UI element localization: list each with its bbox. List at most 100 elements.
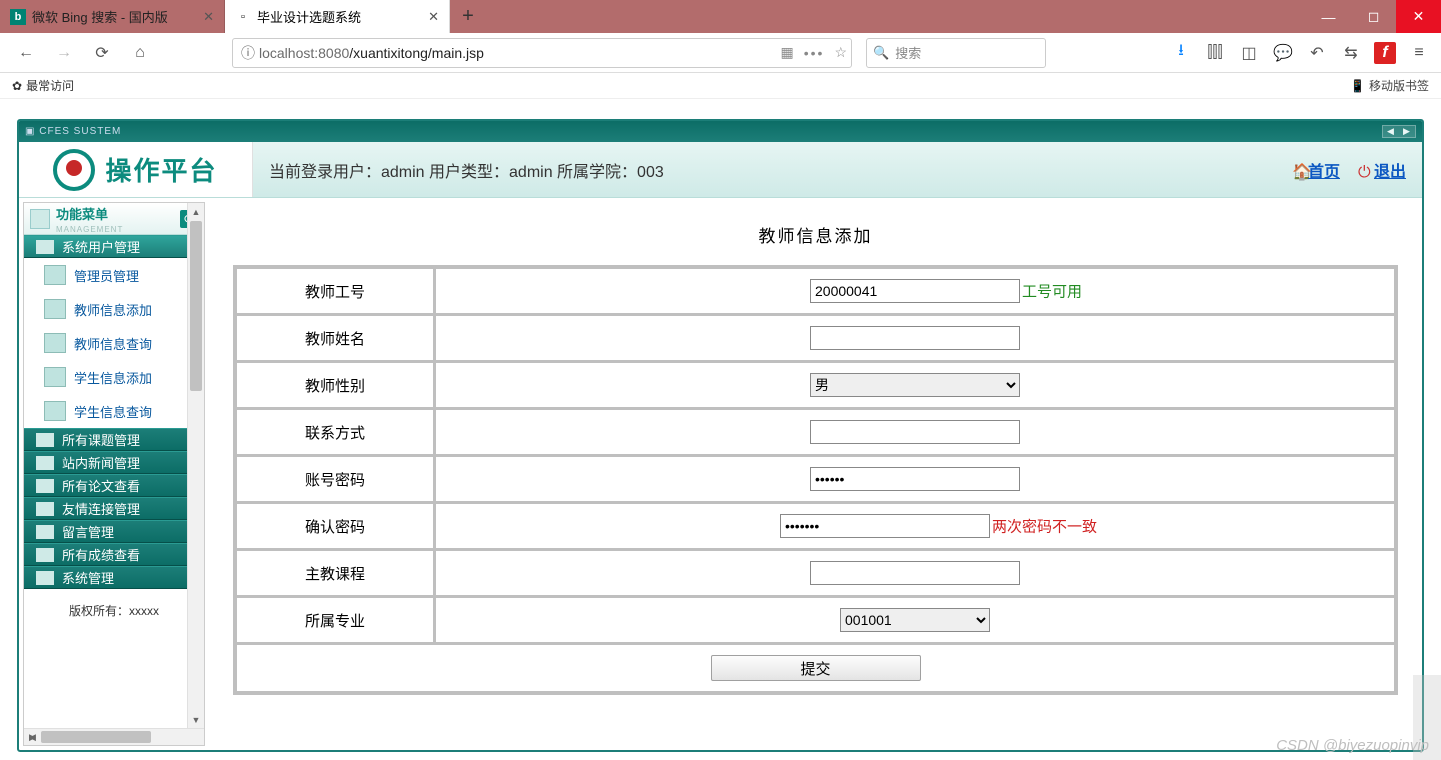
password-confirm-input[interactable] bbox=[780, 514, 990, 538]
password-input[interactable] bbox=[810, 467, 1020, 491]
menu-item-label: 管理员管理 bbox=[74, 266, 139, 285]
module-icon bbox=[44, 265, 66, 285]
main-area: 教师信息添加 教师工号 工号可用 教师姓名 教师性别 男 bbox=[209, 198, 1422, 750]
menu-header-sub: MANAGEMENT bbox=[56, 225, 123, 234]
menu-item-10[interactable]: 留言管理▸ bbox=[24, 520, 204, 543]
power-icon: ⏻ bbox=[1358, 164, 1372, 178]
folder-icon bbox=[36, 548, 54, 562]
menu-item-7[interactable]: 站内新闻管理▸ bbox=[24, 451, 204, 474]
scroll-up-icon[interactable]: ▲ bbox=[188, 203, 204, 220]
logo-text: 操作平台 bbox=[105, 151, 217, 188]
titlebar-prev-button[interactable]: ◀ bbox=[1383, 126, 1399, 137]
sidebar-hscrollbar[interactable]: ◀ ▶ bbox=[24, 728, 204, 745]
teacher-id-input[interactable] bbox=[810, 279, 1020, 303]
browser-tab-app[interactable]: ▫ 毕业设计选题系统 ✕ bbox=[225, 0, 450, 33]
browser-tabstrip: b 微软 Bing 搜索 - 国内版 ✕ ▫ 毕业设计选题系统 ✕ + — ◻ … bbox=[0, 0, 1441, 33]
sidebar: 功能菜单 MANAGEMENT ⟳ 系统用户管理▸管理员管理教师信息添加教师信息… bbox=[23, 202, 205, 746]
flash-addon-icon[interactable]: f bbox=[1369, 37, 1401, 69]
bookmarks-toolbar: ✿ 最常访问 📱 移动版书签 bbox=[0, 73, 1441, 99]
course-input[interactable] bbox=[810, 561, 1020, 585]
app-titlebar: ▣ CFES SUSTEM ◀ ▶ bbox=[19, 121, 1422, 142]
menu-item-0[interactable]: 系统用户管理▸ bbox=[24, 235, 204, 258]
site-info-icon[interactable]: ⓘ bbox=[237, 43, 259, 63]
sidebar-icon[interactable]: ◫ bbox=[1233, 37, 1265, 69]
menu-list: 系统用户管理▸ 管理员管理教师信息添加教师信息查询学生信息添加学生信息查询所有课题… bbox=[24, 235, 204, 589]
minimize-button[interactable]: — bbox=[1306, 0, 1351, 33]
scroll-down-icon[interactable]: ▼ bbox=[188, 711, 204, 728]
folder-icon bbox=[36, 433, 54, 447]
browser-search-box[interactable]: 🔍 搜索 bbox=[866, 38, 1046, 68]
module-icon bbox=[44, 299, 66, 319]
library-icon[interactable]: ⫿⫿⫿ bbox=[1199, 37, 1231, 69]
module-icon bbox=[44, 333, 66, 353]
contact-input[interactable] bbox=[810, 420, 1020, 444]
label-gender: 教师性别 bbox=[237, 363, 433, 407]
generic-favicon: ▫ bbox=[235, 9, 251, 25]
back-button[interactable]: ← bbox=[10, 37, 42, 69]
menu-item-label: 所有论文查看 bbox=[62, 476, 140, 495]
password-confirm-hint: 两次密码不一致 bbox=[992, 516, 1097, 537]
chat-icon[interactable]: 💬 bbox=[1267, 37, 1299, 69]
menu-item-1[interactable]: 管理员管理 bbox=[24, 258, 204, 292]
close-icon[interactable]: ✕ bbox=[203, 9, 214, 25]
gender-select[interactable]: 男 bbox=[810, 373, 1020, 397]
qr-icon[interactable]: ▦ bbox=[780, 44, 793, 61]
menu-item-3[interactable]: 教师信息查询 bbox=[24, 326, 204, 360]
menu-item-6[interactable]: 所有课题管理▸ bbox=[24, 428, 204, 451]
close-icon[interactable]: ✕ bbox=[428, 9, 439, 25]
scroll-right-icon[interactable]: ▶ bbox=[24, 729, 41, 746]
sync-icon[interactable]: ⇆ bbox=[1335, 37, 1367, 69]
menu-item-label: 系统管理 bbox=[62, 568, 114, 587]
label-teacher-name: 教师姓名 bbox=[237, 316, 433, 360]
sidebar-hthumb[interactable] bbox=[41, 731, 151, 743]
menu-item-8[interactable]: 所有论文查看▸ bbox=[24, 474, 204, 497]
label-course: 主教课程 bbox=[237, 551, 433, 595]
search-icon: 🔍 bbox=[873, 45, 889, 61]
browser-tab-bing[interactable]: b 微软 Bing 搜索 - 国内版 ✕ bbox=[0, 0, 225, 33]
mobile-bookmarks-link[interactable]: 移动版书签 bbox=[1369, 77, 1429, 94]
bookmark-star-icon[interactable]: ☆ bbox=[834, 44, 847, 61]
undo-icon[interactable]: ↶ bbox=[1301, 37, 1333, 69]
titlebar-nav: ◀ ▶ bbox=[1382, 125, 1416, 138]
submit-button[interactable]: 提交 bbox=[711, 655, 921, 681]
browser-navbar: ← → ⟳ ⌂ ⓘ localhost:8080/xuantixitong/ma… bbox=[0, 33, 1441, 73]
home-button[interactable]: ⌂ bbox=[124, 37, 156, 69]
forward-button[interactable]: → bbox=[48, 37, 80, 69]
reload-button[interactable]: ⟳ bbox=[86, 37, 118, 69]
maximize-button[interactable]: ◻ bbox=[1351, 0, 1396, 33]
menu-item-label: 友情连接管理 bbox=[62, 499, 140, 518]
form-title: 教师信息添加 bbox=[233, 208, 1398, 265]
window-close-button[interactable]: ✕ bbox=[1396, 0, 1441, 33]
menu-item-12[interactable]: 系统管理▸ bbox=[24, 566, 204, 589]
downloads-icon[interactable]: ⭳ bbox=[1165, 37, 1197, 69]
menu-button[interactable]: ≡ bbox=[1403, 37, 1435, 69]
url-path: /xuantixitong/main.jsp bbox=[349, 45, 484, 61]
tab-title: 微软 Bing 搜索 - 国内版 bbox=[32, 7, 168, 26]
monitor-icon: ▣ bbox=[25, 126, 35, 137]
menu-item-2[interactable]: 教师信息添加 bbox=[24, 292, 204, 326]
folder-icon bbox=[36, 456, 54, 470]
new-tab-button[interactable]: + bbox=[450, 0, 486, 33]
menu-item-11[interactable]: 所有成绩查看▸ bbox=[24, 543, 204, 566]
teacher-id-hint: 工号可用 bbox=[1022, 281, 1082, 302]
titlebar-next-button[interactable]: ▶ bbox=[1399, 126, 1415, 137]
menu-item-4[interactable]: 学生信息添加 bbox=[24, 360, 204, 394]
gear-icon: ✿ bbox=[12, 79, 22, 93]
menu-item-9[interactable]: 友情连接管理▸ bbox=[24, 497, 204, 520]
menu-item-label: 教师信息查询 bbox=[74, 334, 152, 353]
menu-item-label: 所有课题管理 bbox=[62, 430, 140, 449]
menu-item-label: 学生信息查询 bbox=[74, 402, 152, 421]
sidebar-vthumb[interactable] bbox=[190, 221, 202, 391]
url-bar[interactable]: ⓘ localhost:8080/xuantixitong/main.jsp ▦… bbox=[232, 38, 852, 68]
house-icon: 🏠 bbox=[1292, 162, 1306, 176]
home-link[interactable]: 🏠首页 bbox=[1292, 158, 1340, 182]
sidebar-vscrollbar[interactable]: ▲ ▼ bbox=[187, 203, 204, 728]
menu-item-5[interactable]: 学生信息查询 bbox=[24, 394, 204, 428]
teacher-name-input[interactable] bbox=[810, 326, 1020, 350]
menu-header-icon bbox=[30, 209, 50, 229]
most-visited-link[interactable]: 最常访问 bbox=[26, 77, 74, 94]
page-actions-icon[interactable]: ••• bbox=[804, 45, 825, 61]
logout-link[interactable]: ⏻退出 bbox=[1358, 158, 1406, 182]
tab-title: 毕业设计选题系统 bbox=[257, 7, 361, 26]
major-select[interactable]: 001001 bbox=[840, 608, 990, 632]
